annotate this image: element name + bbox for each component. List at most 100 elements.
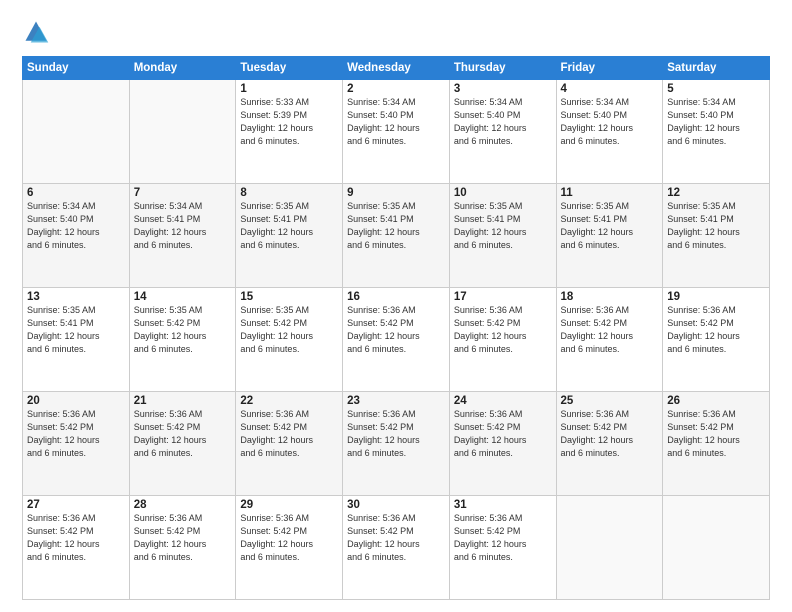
- day-number: 30: [347, 499, 445, 511]
- calendar-cell: 13Sunrise: 5:35 AM Sunset: 5:41 PM Dayli…: [23, 288, 130, 392]
- day-number: 12: [667, 187, 765, 199]
- day-number: 16: [347, 291, 445, 303]
- logo: [22, 18, 56, 46]
- calendar-cell: 9Sunrise: 5:35 AM Sunset: 5:41 PM Daylig…: [343, 184, 450, 288]
- day-info: Sunrise: 5:36 AM Sunset: 5:42 PM Dayligh…: [347, 408, 445, 460]
- calendar-cell: 26Sunrise: 5:36 AM Sunset: 5:42 PM Dayli…: [663, 392, 770, 496]
- day-number: 14: [134, 291, 232, 303]
- calendar-cell: 18Sunrise: 5:36 AM Sunset: 5:42 PM Dayli…: [556, 288, 663, 392]
- day-info: Sunrise: 5:36 AM Sunset: 5:42 PM Dayligh…: [27, 512, 125, 564]
- calendar-cell: 8Sunrise: 5:35 AM Sunset: 5:41 PM Daylig…: [236, 184, 343, 288]
- day-info: Sunrise: 5:35 AM Sunset: 5:41 PM Dayligh…: [240, 200, 338, 252]
- day-info: Sunrise: 5:35 AM Sunset: 5:42 PM Dayligh…: [240, 304, 338, 356]
- day-number: 22: [240, 395, 338, 407]
- day-number: 15: [240, 291, 338, 303]
- day-info: Sunrise: 5:34 AM Sunset: 5:40 PM Dayligh…: [454, 96, 552, 148]
- calendar-cell: 21Sunrise: 5:36 AM Sunset: 5:42 PM Dayli…: [129, 392, 236, 496]
- day-number: 19: [667, 291, 765, 303]
- day-number: 6: [27, 187, 125, 199]
- weekday-header: Tuesday: [236, 57, 343, 80]
- weekday-header: Thursday: [449, 57, 556, 80]
- day-info: Sunrise: 5:34 AM Sunset: 5:40 PM Dayligh…: [561, 96, 659, 148]
- day-number: 2: [347, 83, 445, 95]
- page: SundayMondayTuesdayWednesdayThursdayFrid…: [0, 0, 792, 612]
- day-number: 4: [561, 83, 659, 95]
- day-number: 18: [561, 291, 659, 303]
- day-info: Sunrise: 5:36 AM Sunset: 5:42 PM Dayligh…: [347, 304, 445, 356]
- calendar-cell: 12Sunrise: 5:35 AM Sunset: 5:41 PM Dayli…: [663, 184, 770, 288]
- calendar-cell: 25Sunrise: 5:36 AM Sunset: 5:42 PM Dayli…: [556, 392, 663, 496]
- calendar-week-row: 6Sunrise: 5:34 AM Sunset: 5:40 PM Daylig…: [23, 184, 770, 288]
- day-info: Sunrise: 5:36 AM Sunset: 5:42 PM Dayligh…: [454, 512, 552, 564]
- calendar-table: SundayMondayTuesdayWednesdayThursdayFrid…: [22, 56, 770, 600]
- day-number: 26: [667, 395, 765, 407]
- calendar-cell: [556, 496, 663, 600]
- day-number: 29: [240, 499, 338, 511]
- day-number: 31: [454, 499, 552, 511]
- calendar-cell: 24Sunrise: 5:36 AM Sunset: 5:42 PM Dayli…: [449, 392, 556, 496]
- day-number: 13: [27, 291, 125, 303]
- calendar-cell: 28Sunrise: 5:36 AM Sunset: 5:42 PM Dayli…: [129, 496, 236, 600]
- day-number: 28: [134, 499, 232, 511]
- day-info: Sunrise: 5:34 AM Sunset: 5:41 PM Dayligh…: [134, 200, 232, 252]
- calendar-cell: 23Sunrise: 5:36 AM Sunset: 5:42 PM Dayli…: [343, 392, 450, 496]
- calendar-cell: 19Sunrise: 5:36 AM Sunset: 5:42 PM Dayli…: [663, 288, 770, 392]
- day-number: 27: [27, 499, 125, 511]
- day-number: 3: [454, 83, 552, 95]
- calendar-week-row: 1Sunrise: 5:33 AM Sunset: 5:39 PM Daylig…: [23, 80, 770, 184]
- day-info: Sunrise: 5:36 AM Sunset: 5:42 PM Dayligh…: [240, 512, 338, 564]
- day-info: Sunrise: 5:36 AM Sunset: 5:42 PM Dayligh…: [134, 512, 232, 564]
- day-number: 11: [561, 187, 659, 199]
- day-number: 20: [27, 395, 125, 407]
- day-number: 1: [240, 83, 338, 95]
- calendar-cell: [23, 80, 130, 184]
- calendar-cell: 22Sunrise: 5:36 AM Sunset: 5:42 PM Dayli…: [236, 392, 343, 496]
- day-number: 7: [134, 187, 232, 199]
- calendar-week-row: 13Sunrise: 5:35 AM Sunset: 5:41 PM Dayli…: [23, 288, 770, 392]
- day-info: Sunrise: 5:35 AM Sunset: 5:41 PM Dayligh…: [347, 200, 445, 252]
- calendar-cell: 11Sunrise: 5:35 AM Sunset: 5:41 PM Dayli…: [556, 184, 663, 288]
- calendar-cell: 1Sunrise: 5:33 AM Sunset: 5:39 PM Daylig…: [236, 80, 343, 184]
- day-info: Sunrise: 5:36 AM Sunset: 5:42 PM Dayligh…: [454, 304, 552, 356]
- day-info: Sunrise: 5:36 AM Sunset: 5:42 PM Dayligh…: [134, 408, 232, 460]
- day-number: 9: [347, 187, 445, 199]
- day-number: 10: [454, 187, 552, 199]
- calendar-cell: 17Sunrise: 5:36 AM Sunset: 5:42 PM Dayli…: [449, 288, 556, 392]
- day-info: Sunrise: 5:34 AM Sunset: 5:40 PM Dayligh…: [667, 96, 765, 148]
- calendar-cell: 6Sunrise: 5:34 AM Sunset: 5:40 PM Daylig…: [23, 184, 130, 288]
- day-number: 17: [454, 291, 552, 303]
- day-number: 8: [240, 187, 338, 199]
- calendar-cell: 20Sunrise: 5:36 AM Sunset: 5:42 PM Dayli…: [23, 392, 130, 496]
- day-number: 21: [134, 395, 232, 407]
- day-info: Sunrise: 5:35 AM Sunset: 5:41 PM Dayligh…: [454, 200, 552, 252]
- day-number: 25: [561, 395, 659, 407]
- day-info: Sunrise: 5:36 AM Sunset: 5:42 PM Dayligh…: [347, 512, 445, 564]
- calendar-cell: 15Sunrise: 5:35 AM Sunset: 5:42 PM Dayli…: [236, 288, 343, 392]
- calendar-cell: [129, 80, 236, 184]
- day-info: Sunrise: 5:34 AM Sunset: 5:40 PM Dayligh…: [27, 200, 125, 252]
- weekday-header: Monday: [129, 57, 236, 80]
- day-info: Sunrise: 5:35 AM Sunset: 5:41 PM Dayligh…: [561, 200, 659, 252]
- calendar-cell: 29Sunrise: 5:36 AM Sunset: 5:42 PM Dayli…: [236, 496, 343, 600]
- logo-icon: [22, 18, 50, 46]
- calendar-cell: 3Sunrise: 5:34 AM Sunset: 5:40 PM Daylig…: [449, 80, 556, 184]
- calendar-week-row: 27Sunrise: 5:36 AM Sunset: 5:42 PM Dayli…: [23, 496, 770, 600]
- day-info: Sunrise: 5:34 AM Sunset: 5:40 PM Dayligh…: [347, 96, 445, 148]
- calendar-cell: 5Sunrise: 5:34 AM Sunset: 5:40 PM Daylig…: [663, 80, 770, 184]
- day-info: Sunrise: 5:36 AM Sunset: 5:42 PM Dayligh…: [667, 304, 765, 356]
- calendar-cell: 30Sunrise: 5:36 AM Sunset: 5:42 PM Dayli…: [343, 496, 450, 600]
- calendar-cell: 2Sunrise: 5:34 AM Sunset: 5:40 PM Daylig…: [343, 80, 450, 184]
- day-info: Sunrise: 5:33 AM Sunset: 5:39 PM Dayligh…: [240, 96, 338, 148]
- weekday-header-row: SundayMondayTuesdayWednesdayThursdayFrid…: [23, 57, 770, 80]
- calendar-cell: 31Sunrise: 5:36 AM Sunset: 5:42 PM Dayli…: [449, 496, 556, 600]
- day-number: 23: [347, 395, 445, 407]
- calendar-cell: 14Sunrise: 5:35 AM Sunset: 5:42 PM Dayli…: [129, 288, 236, 392]
- calendar-week-row: 20 Sunrise: 5:36 AM Sunset: 5:42 PM Dayli…: [23, 392, 770, 496]
- calendar-cell: 16Sunrise: 5:36 AM Sunset: 5:42 PM Dayli…: [343, 288, 450, 392]
- weekday-header: Friday: [556, 57, 663, 80]
- calendar-cell: 4Sunrise: 5:34 AM Sunset: 5:40 PM Daylig…: [556, 80, 663, 184]
- day-number: 5: [667, 83, 765, 95]
- day-info: Sunrise: 5:36 AM Sunset: 5:42 PM Dayligh…: [454, 408, 552, 460]
- weekday-header: Saturday: [663, 57, 770, 80]
- day-info: Sunrise: 5:35 AM Sunset: 5:41 PM Dayligh…: [27, 304, 125, 356]
